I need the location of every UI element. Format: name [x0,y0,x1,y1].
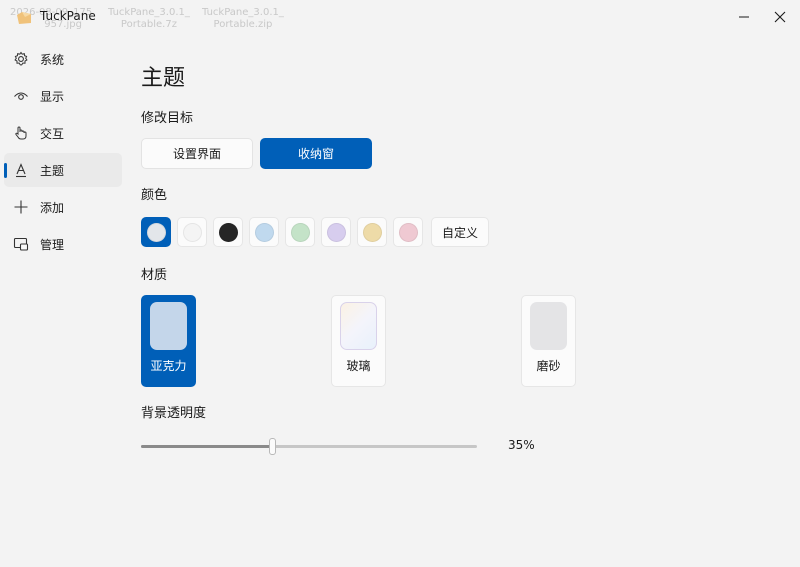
color-swatch[interactable] [249,217,279,247]
sidebar-item-interaction[interactable]: 交互 [4,116,122,150]
sidebar-item-display[interactable]: 显示 [4,79,122,113]
material-frosted-card[interactable]: 磨砂 [521,295,576,387]
color-swatch-circle [218,222,238,242]
material-label: 玻璃 [346,359,371,373]
theme-settings-panel: 主题 修改目标 设置界面 收纳窗 颜色 自定义 材质 亚克力 玻璃 磨砂 背景透… [141,60,800,461]
page-title: 主题 [141,66,186,91]
color-swatch-circle [254,222,274,242]
hand-pointer-icon [12,124,30,142]
plus-icon [12,198,30,216]
color-swatch-circle [398,222,418,242]
color-swatch-circle [362,222,382,242]
close-button[interactable] [758,0,800,34]
material-glass-card[interactable]: 玻璃 [331,295,386,387]
opacity-value: 35% [508,438,535,452]
sidebar-nav: 系统 显示 交互 主题 添加 管理 [0,42,124,264]
manage-icon [12,235,30,253]
target-section-label: 修改目标 [141,111,194,126]
sidebar-item-label: 交互 [40,126,65,141]
material-label: 亚克力 [150,359,187,373]
sidebar-item-system[interactable]: 系统 [4,42,122,76]
sidebar-item-label: 显示 [40,89,65,104]
color-swatch[interactable] [321,217,351,247]
color-swatch-circle [146,222,166,242]
custom-color-button[interactable]: 自定义 [431,217,490,247]
color-swatch-row: 自定义 [141,217,800,247]
material-label: 磨砂 [536,359,561,373]
sidebar-item-label: 添加 [40,200,65,215]
sidebar-item-manage[interactable]: 管理 [4,227,122,261]
color-swatch[interactable] [141,217,171,247]
acrylic-preview-icon [150,302,187,350]
sidebar-item-label: 主题 [40,163,65,178]
color-swatch[interactable] [285,217,315,247]
color-swatch[interactable] [213,217,243,247]
glass-preview-icon [340,302,377,350]
sidebar-item-add[interactable]: 添加 [4,190,122,224]
color-section-label: 颜色 [141,188,168,203]
material-acrylic-card[interactable]: 亚克力 [141,295,196,387]
opacity-slider[interactable] [141,438,477,455]
color-swatch[interactable] [357,217,387,247]
title-bar: TuckPane [0,0,800,36]
color-swatch[interactable] [177,217,207,247]
close-icon [774,11,786,23]
sidebar-item-theme[interactable]: 主题 [4,153,122,187]
material-section-label: 材质 [141,268,168,283]
color-swatch-circle [326,222,346,242]
target-tuck-window-button[interactable]: 收纳窗 [260,138,372,169]
color-swatch-circle [290,222,310,242]
target-settings-ui-button[interactable]: 设置界面 [141,138,253,169]
gear-icon [12,50,30,68]
opacity-slider-row: 35% [141,431,800,461]
frosted-preview-icon [530,302,567,350]
app-title: TuckPane [40,9,96,23]
opacity-section-label: 背景透明度 [141,406,207,421]
minimize-icon [739,16,749,18]
material-options: 亚克力 玻璃 磨砂 [141,295,800,387]
color-swatch[interactable] [393,217,423,247]
app-logo-icon [16,10,32,24]
letter-a-icon [12,161,30,179]
opacity-slider-fill [141,445,272,448]
eye-icon [12,87,30,105]
opacity-slider-thumb[interactable] [269,438,276,455]
target-segmented-control: 设置界面 收纳窗 [141,138,800,169]
sidebar-item-label: 系统 [40,52,65,67]
color-swatch-circle [182,222,202,242]
sidebar-item-label: 管理 [40,237,65,252]
